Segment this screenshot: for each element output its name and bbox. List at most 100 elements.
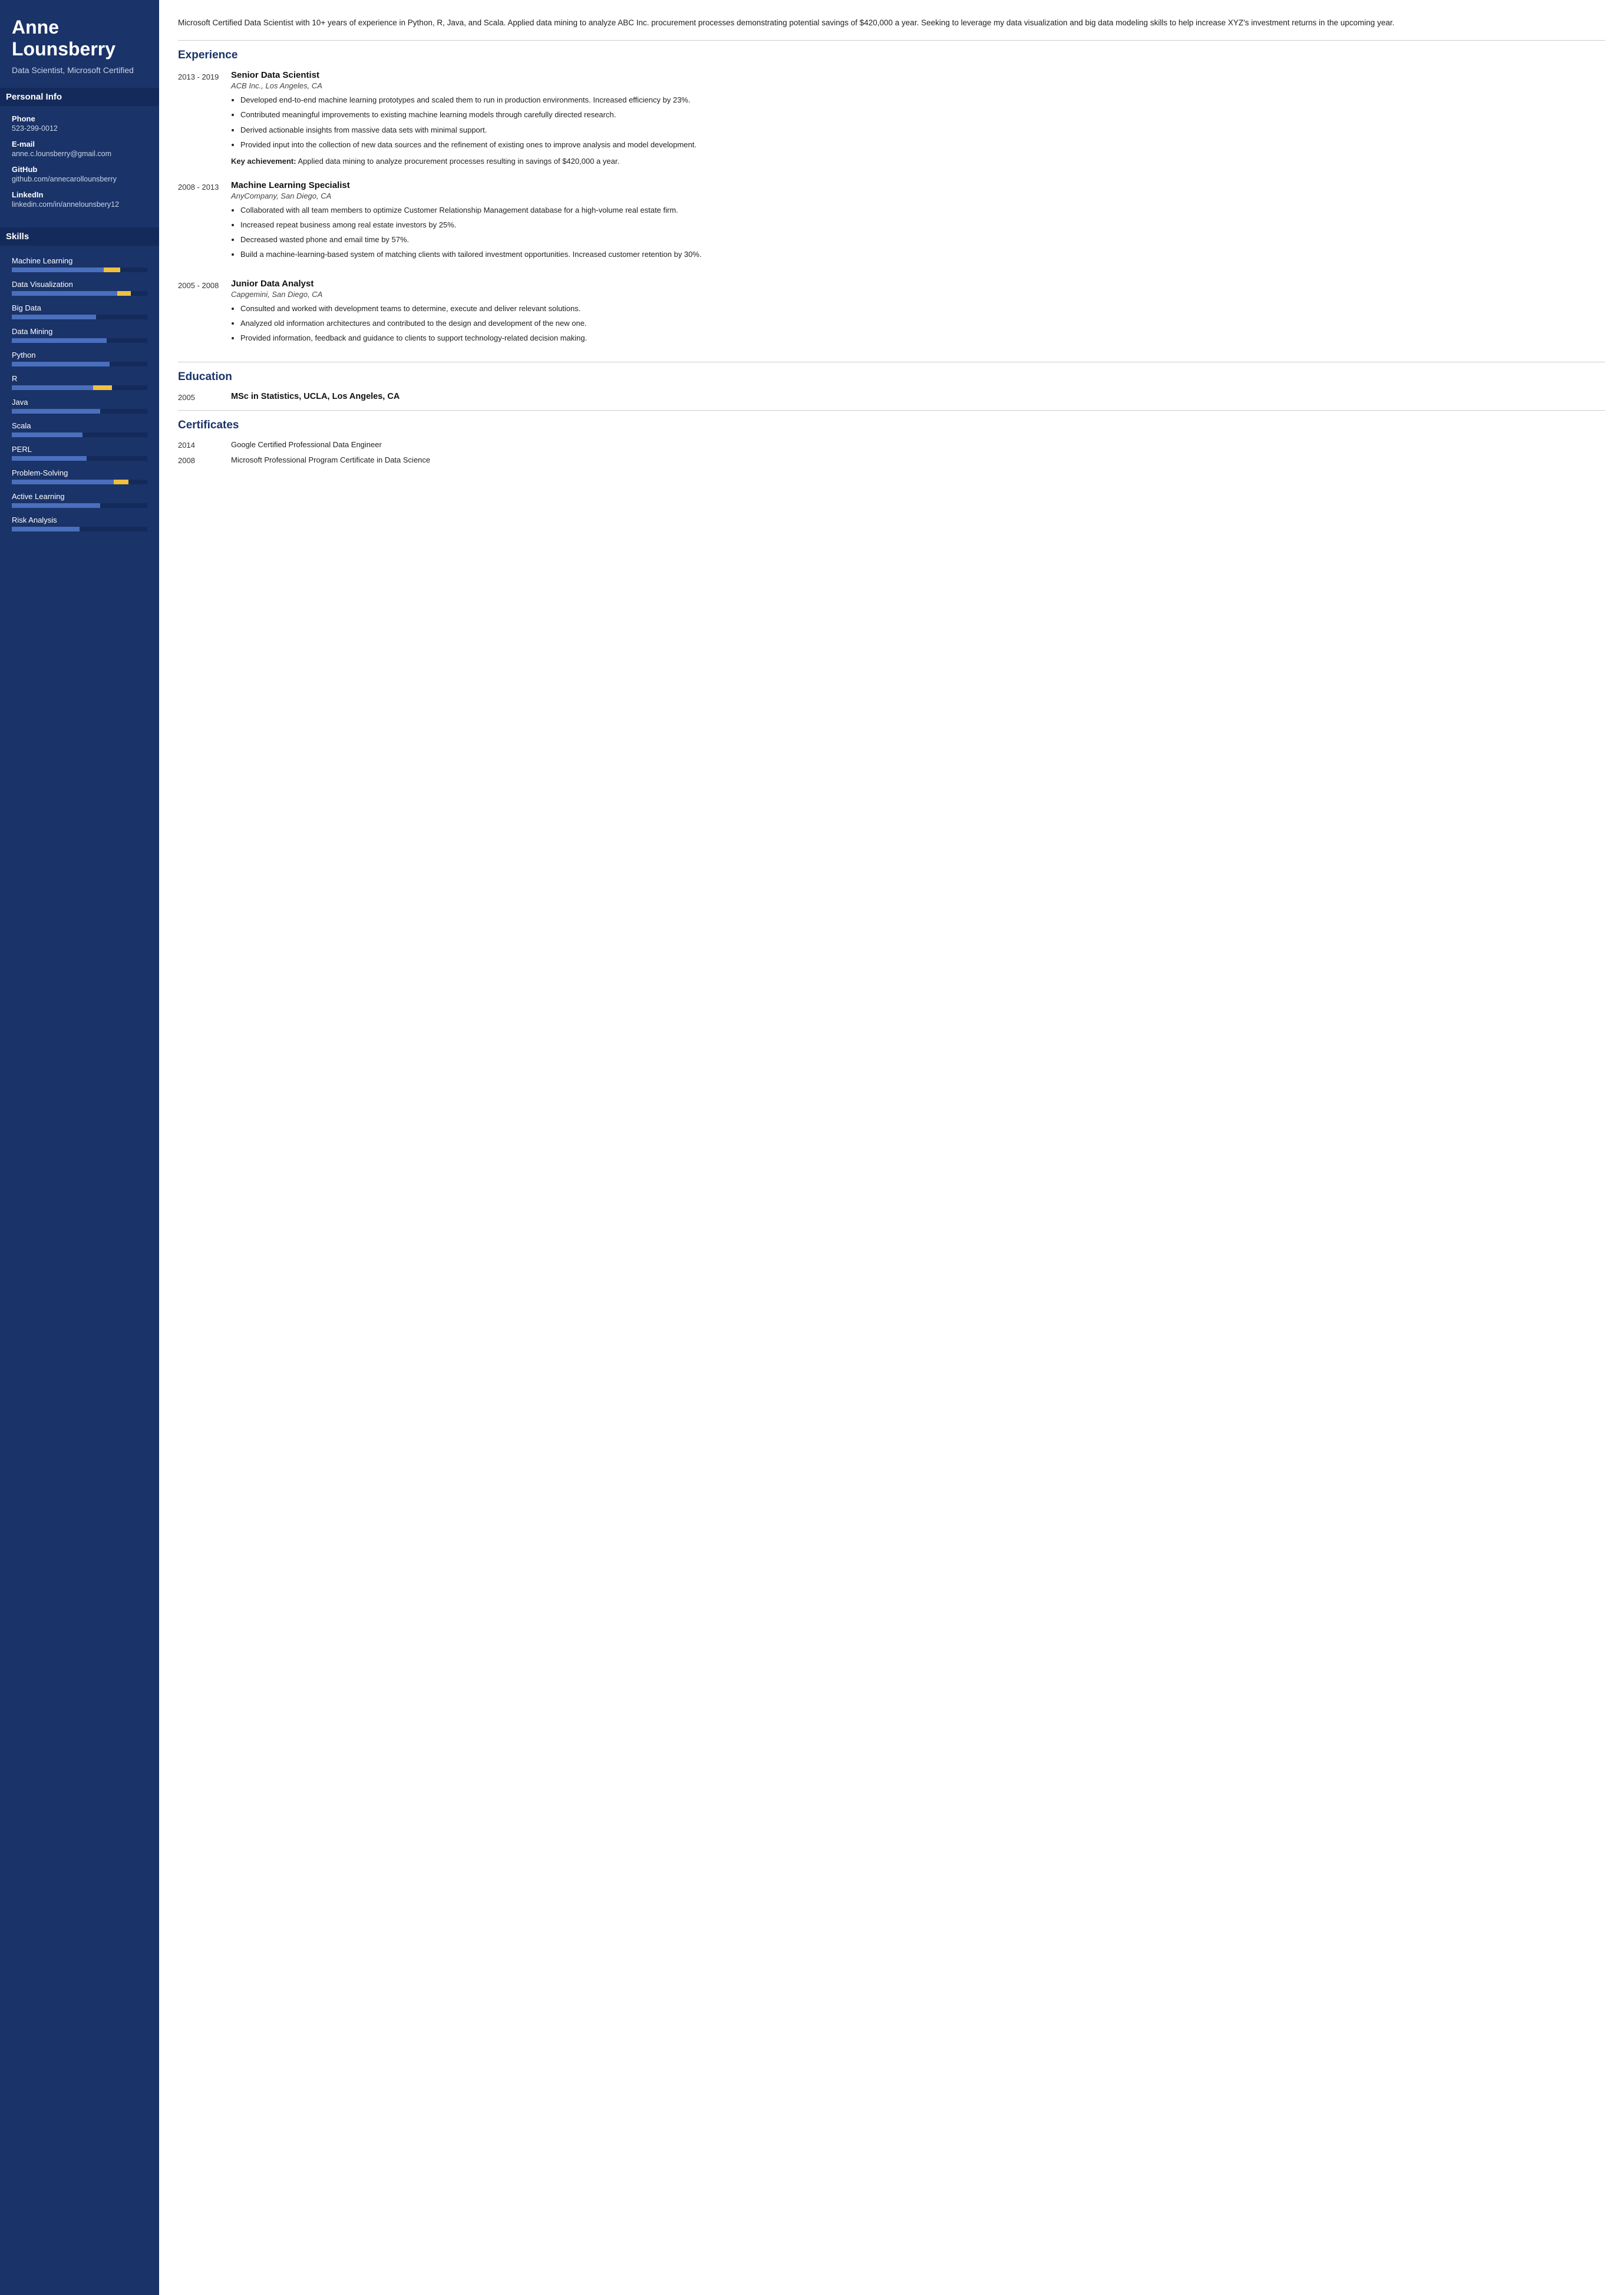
summary-text: Microsoft Certified Data Scientist with … [178, 16, 1605, 29]
exp-content: Junior Data Analyst Capgemini, San Diego… [231, 279, 1605, 349]
skill-bar-bg [12, 338, 147, 343]
divider-certificates [178, 410, 1605, 411]
edu-date: 2005 [178, 392, 231, 402]
cert-date: 2008 [178, 455, 231, 465]
exp-date: 2008 - 2013 [178, 180, 231, 266]
skill-name: PERL [12, 445, 147, 454]
exp-company: AnyCompany, San Diego, CA [231, 191, 1605, 200]
skill-item: Data Mining [12, 327, 147, 343]
skill-name: Java [12, 398, 147, 407]
skill-bar-bg [12, 291, 147, 296]
skill-bar-fill [12, 338, 107, 343]
skill-bar-accent [114, 480, 128, 484]
skill-bar-fill [12, 409, 100, 414]
skill-bar-fill [12, 527, 80, 531]
skill-item: Problem-Solving [12, 468, 147, 484]
personal-info-heading: Personal Info [0, 88, 159, 106]
bullet-item: Decreased wasted phone and email time by… [240, 234, 1605, 246]
skill-bar-bg [12, 268, 147, 272]
skill-bar-fill [12, 385, 93, 390]
skill-bar-fill [12, 291, 117, 296]
contact-item: GitHubgithub.com/annecarollounsberry [12, 165, 147, 183]
experience-entry: 2008 - 2013 Machine Learning Specialist … [178, 180, 1605, 266]
skill-bar-bg [12, 409, 147, 414]
main-content: Microsoft Certified Data Scientist with … [159, 0, 1624, 2295]
skill-bar-fill [12, 456, 87, 461]
education-list: 2005 MSc in Statistics, UCLA, Los Angele… [178, 392, 1605, 402]
bullet-item: Provided input into the collection of ne… [240, 139, 1605, 151]
exp-company: ACB Inc., Los Angeles, CA [231, 81, 1605, 90]
contact-label: GitHub [12, 165, 147, 174]
contact-label: Phone [12, 114, 147, 123]
edu-degree: MSc in Statistics, UCLA, Los Angeles, CA [231, 392, 1605, 401]
contact-item: LinkedInlinkedin.com/in/annelounsbery12 [12, 190, 147, 209]
contact-value: anne.c.lounsberry@gmail.com [12, 150, 147, 158]
skill-item: PERL [12, 445, 147, 461]
cert-content: Microsoft Professional Program Certifica… [231, 455, 430, 465]
skill-bar-fill [12, 432, 82, 437]
experience-heading: Experience [178, 49, 1605, 62]
exp-job-title: Machine Learning Specialist [231, 180, 1605, 190]
certificate-entry: 2014 Google Certified Professional Data … [178, 440, 1605, 450]
skill-name: Python [12, 351, 147, 359]
skill-name: Active Learning [12, 492, 147, 501]
bullet-item: Collaborated with all team members to op… [240, 204, 1605, 216]
skills-heading: Skills [0, 227, 159, 246]
exp-date: 2005 - 2008 [178, 279, 231, 349]
skill-name: R [12, 374, 147, 383]
experience-list: 2013 - 2019 Senior Data Scientist ACB In… [178, 70, 1605, 349]
edu-content: MSc in Statistics, UCLA, Los Angeles, CA [231, 392, 1605, 402]
skill-bar-fill [12, 503, 100, 508]
skill-bar-bg [12, 385, 147, 390]
experience-entry: 2013 - 2019 Senior Data Scientist ACB In… [178, 70, 1605, 167]
skill-name: Data Mining [12, 327, 147, 336]
divider-experience [178, 40, 1605, 41]
contacts-list: Phone523-299-0012E-mailanne.c.lounsberry… [12, 114, 147, 216]
skill-bar-fill [12, 315, 96, 319]
skill-bar-bg [12, 480, 147, 484]
exp-job-title: Junior Data Analyst [231, 279, 1605, 289]
skill-item: Machine Learning [12, 256, 147, 272]
exp-job-title: Senior Data Scientist [231, 70, 1605, 80]
skill-item: Scala [12, 421, 147, 437]
skill-bar-fill [12, 268, 104, 272]
contact-value: linkedin.com/in/annelounsbery12 [12, 200, 147, 209]
bullet-item: Analyzed old information architectures a… [240, 318, 1605, 329]
contact-value: 523-299-0012 [12, 124, 147, 133]
skill-name: Data Visualization [12, 280, 147, 289]
cert-date: 2014 [178, 440, 231, 450]
achievement-text: Key achievement: Applied data mining to … [231, 156, 1605, 167]
contact-value: github.com/annecarollounsberry [12, 175, 147, 183]
candidate-title: Data Scientist, Microsoft Certified [12, 65, 147, 77]
exp-content: Machine Learning Specialist AnyCompany, … [231, 180, 1605, 266]
candidate-name: Anne Lounsberry [12, 16, 147, 60]
skill-bar-bg [12, 432, 147, 437]
experience-entry: 2005 - 2008 Junior Data Analyst Capgemin… [178, 279, 1605, 349]
bullet-item: Build a machine-learning-based system of… [240, 249, 1605, 260]
contact-item: Phone523-299-0012 [12, 114, 147, 133]
exp-content: Senior Data Scientist ACB Inc., Los Ange… [231, 70, 1605, 167]
bullet-item: Increased repeat business among real est… [240, 219, 1605, 231]
skill-item: Python [12, 351, 147, 366]
skill-bar-accent [117, 291, 131, 296]
skill-name: Problem-Solving [12, 468, 147, 477]
skill-item: Big Data [12, 303, 147, 319]
skill-bar-bg [12, 456, 147, 461]
skill-bar-fill [12, 362, 110, 366]
skill-bar-bg [12, 315, 147, 319]
cert-content: Google Certified Professional Data Engin… [231, 440, 382, 450]
skill-bar-accent [93, 385, 112, 390]
certificate-entry: 2008 Microsoft Professional Program Cert… [178, 455, 1605, 465]
bullet-item: Provided information, feedback and guida… [240, 332, 1605, 344]
skill-name: Machine Learning [12, 256, 147, 265]
exp-bullets: Developed end-to-end machine learning pr… [231, 94, 1605, 151]
skill-bar-accent [104, 268, 120, 272]
education-entry: 2005 MSc in Statistics, UCLA, Los Angele… [178, 392, 1605, 402]
bullet-item: Contributed meaningful improvements to e… [240, 109, 1605, 121]
skill-item: R [12, 374, 147, 390]
education-heading: Education [178, 371, 1605, 384]
skill-item: Java [12, 398, 147, 414]
exp-bullets: Consulted and worked with development te… [231, 303, 1605, 344]
exp-company: Capgemini, San Diego, CA [231, 290, 1605, 299]
skill-name: Big Data [12, 303, 147, 312]
